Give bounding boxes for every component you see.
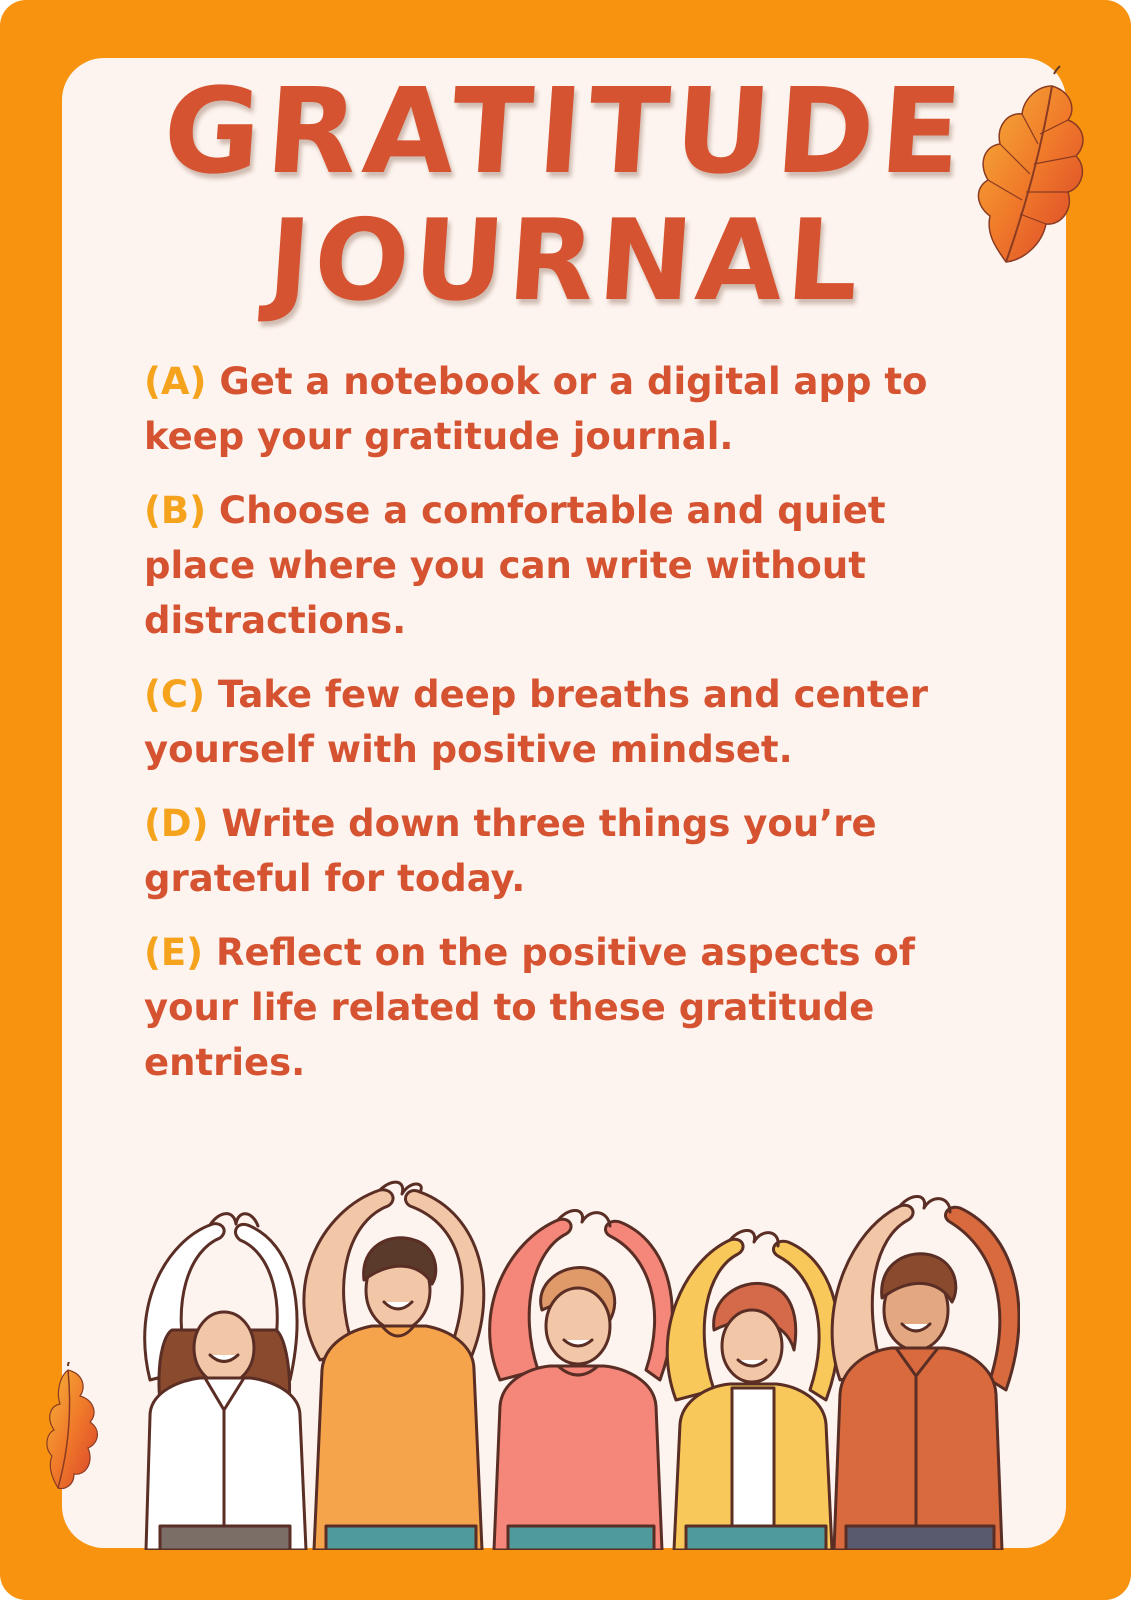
person-2 bbox=[302, 1180, 486, 1550]
person-3 bbox=[488, 1209, 674, 1550]
step-text: Take few deep breaths and center yoursel… bbox=[144, 673, 928, 771]
title-line-1: GRATITUDE bbox=[159, 62, 972, 200]
person-4 bbox=[665, 1229, 840, 1550]
step-text: Get a notebook or a digital app to keep … bbox=[144, 360, 928, 458]
autumn-leaf-icon bbox=[977, 65, 1084, 263]
step-letter: (C) bbox=[144, 673, 205, 716]
step-letter: (A) bbox=[144, 360, 207, 403]
step-letter: (E) bbox=[144, 931, 204, 974]
step-e: (E) Reflect on the positive aspects of y… bbox=[144, 925, 964, 1090]
person-1 bbox=[143, 1212, 308, 1550]
step-letter: (B) bbox=[144, 489, 207, 532]
steps-list: (A) Get a notebook or a digital app to k… bbox=[144, 354, 964, 1109]
step-letter: (D) bbox=[144, 802, 209, 845]
step-text: Choose a comfortable and quiet place whe… bbox=[144, 489, 886, 642]
step-b: (B) Choose a comfortable and quiet place… bbox=[144, 483, 964, 648]
person-5 bbox=[830, 1195, 1020, 1550]
autumn-leaf-icon bbox=[46, 1362, 98, 1490]
step-text: Reflect on the positive aspects of your … bbox=[144, 931, 915, 1084]
title-line-2: JOURNAL bbox=[264, 196, 867, 326]
step-d: (D) Write down three things you’re grate… bbox=[144, 796, 964, 906]
people-heart-hands-illustration bbox=[143, 1180, 1020, 1550]
step-c: (C) Take few deep breaths and center you… bbox=[144, 667, 964, 777]
step-text: Write down three things you’re grateful … bbox=[144, 802, 877, 900]
step-a: (A) Get a notebook or a digital app to k… bbox=[144, 354, 964, 464]
